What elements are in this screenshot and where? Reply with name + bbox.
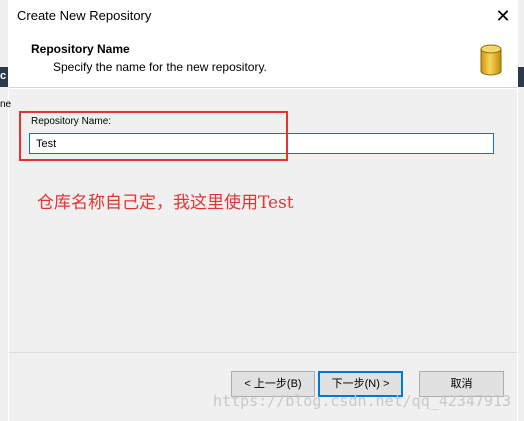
header-description: Specify the name for the new repository.	[53, 60, 267, 74]
button-bar: < 上一步(B) 下一步(N) > 取消	[9, 352, 517, 421]
title-bar: Create New Repository ✕	[1, 0, 524, 32]
header-title: Repository Name	[31, 42, 130, 56]
content-area: Repository Name: 仓库名称自己定，我这里使用Test	[9, 89, 517, 352]
create-repository-dialog: Create New Repository ✕ Repository Name …	[0, 0, 524, 421]
annotation-highlight-box	[19, 111, 288, 161]
watermark: https://blog.csdn.net/qq_42347913	[213, 392, 512, 410]
window-title: Create New Repository	[17, 8, 152, 23]
background-window-left: c ne	[0, 0, 12, 421]
wizard-header: Repository Name Specify the name for the…	[9, 32, 517, 88]
close-button[interactable]: ✕	[491, 4, 515, 28]
database-icon	[480, 44, 502, 76]
background-text-fragment: c	[0, 70, 7, 82]
background-toolbar-strip	[518, 67, 524, 87]
background-text-fragment: ne	[0, 99, 12, 110]
background-window-right	[518, 0, 524, 421]
annotation-text: 仓库名称自己定，我这里使用Test	[37, 193, 294, 213]
